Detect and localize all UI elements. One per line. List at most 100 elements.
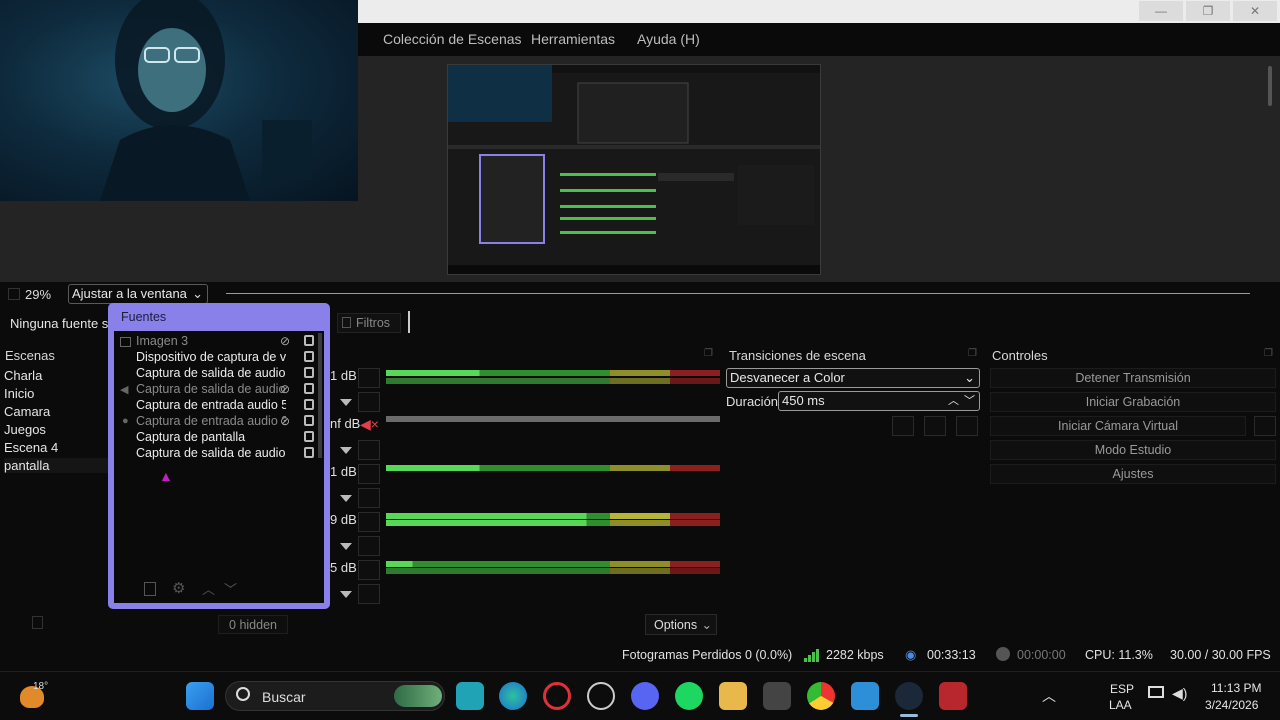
eye-hidden-icon[interactable]: ⊘	[280, 414, 290, 428]
mute-checkbox[interactable]	[358, 368, 380, 388]
sources-scrollbar[interactable]	[318, 333, 322, 458]
mute-checkbox[interactable]	[358, 512, 380, 532]
lock-icon[interactable]	[304, 431, 314, 442]
photos-icon[interactable]	[851, 682, 879, 710]
app-icon[interactable]	[939, 682, 967, 710]
file-explorer-icon[interactable]	[719, 682, 747, 710]
transition-properties-button[interactable]	[956, 416, 978, 436]
scene-item-selected[interactable]: pantalla	[4, 458, 108, 473]
mouse-cursor-icon: ▲	[159, 468, 173, 484]
lock-icon[interactable]	[304, 335, 314, 346]
source-item[interactable]: Imagen 3	[136, 334, 286, 348]
signal-strength-icon	[804, 649, 819, 662]
opera-icon[interactable]	[543, 682, 571, 710]
lock-icon[interactable]	[304, 367, 314, 378]
search-label: Buscar	[262, 689, 306, 705]
chevron-down-icon[interactable]	[340, 591, 352, 598]
chevron-up-icon[interactable]: ︿	[948, 392, 959, 410]
eye-hidden-icon[interactable]: ⊘	[280, 334, 290, 348]
chevron-down-icon[interactable]	[340, 447, 352, 454]
remove-transition-button[interactable]	[924, 416, 946, 436]
undock-icon[interactable]: ❐	[968, 348, 977, 359]
settings-button[interactable]: Ajustes	[990, 464, 1276, 484]
menu-help[interactable]: Ayuda (H)	[637, 31, 700, 47]
zoom-mode-dropdown[interactable]: Ajustar a la ventana ⌄	[68, 284, 208, 304]
scene-item[interactable]: Charla	[4, 368, 42, 383]
app-icon[interactable]	[456, 682, 484, 710]
steam-icon[interactable]	[895, 682, 923, 710]
undock-icon[interactable]: ❐	[704, 348, 713, 359]
speaker-icon: ◀	[120, 384, 129, 396]
maximize-button[interactable]: ❐	[1186, 1, 1230, 21]
scene-item[interactable]: Camara	[4, 404, 50, 419]
chevron-up-icon[interactable]: ︿	[1042, 686, 1056, 706]
mixer-settings-box[interactable]	[358, 440, 380, 460]
start-recording-button[interactable]: Iniciar Grabación	[990, 392, 1276, 412]
mute-checkbox[interactable]	[358, 560, 380, 580]
transition-select[interactable]: Desvanecer a Color ⌄	[726, 368, 980, 388]
studio-mode-button[interactable]: Modo Estudio	[990, 440, 1276, 460]
eye-hidden-icon[interactable]: ⊘	[280, 382, 290, 396]
discord-icon[interactable]	[631, 682, 659, 710]
obs-icon[interactable]	[587, 682, 615, 710]
menu-tools[interactable]: Herramientas	[531, 31, 615, 47]
virtual-camera-settings-button[interactable]	[1254, 416, 1276, 436]
trash-icon[interactable]	[32, 616, 43, 629]
trash-icon[interactable]	[144, 582, 156, 596]
minimize-button[interactable]: —	[1139, 1, 1183, 21]
scene-item[interactable]: Juegos	[4, 422, 46, 437]
undock-icon[interactable]: ❐	[1264, 348, 1273, 359]
source-item[interactable]: Captura de salida de audio	[136, 382, 286, 396]
language-bottom[interactable]: LAA	[1109, 698, 1132, 712]
zoom-checkbox[interactable]	[8, 288, 20, 300]
chevron-down-icon[interactable]: ﹀	[224, 579, 237, 598]
lock-icon[interactable]	[304, 351, 314, 362]
chevron-down-icon[interactable]: ﹀	[964, 392, 975, 410]
speaker-icon[interactable]: ◀)	[1172, 685, 1187, 702]
source-item[interactable]: Captura de entrada audio 5	[136, 398, 286, 412]
mixer-settings-box[interactable]	[358, 584, 380, 604]
clock-date[interactable]: 3/24/2026	[1205, 698, 1258, 712]
scene-item[interactable]: Inicio	[4, 386, 34, 401]
start-virtual-camera-button[interactable]: Iniciar Cámara Virtual	[990, 416, 1246, 436]
spotify-icon[interactable]	[675, 682, 703, 710]
preview-scrollbar[interactable]	[1268, 66, 1272, 106]
menu-scene-collection[interactable]: Colección de Escenas	[383, 31, 522, 47]
source-item[interactable]: Captura de entrada audio 3	[136, 414, 286, 428]
duration-spinbox[interactable]: 450 ms ︿ ﹀	[778, 391, 980, 411]
mixer-settings-box[interactable]	[358, 392, 380, 412]
clock-time[interactable]: 11:13 PM	[1211, 681, 1261, 695]
stop-streaming-button[interactable]: Detener Transmisión	[990, 368, 1276, 388]
filters-button[interactable]: Filtros	[337, 313, 401, 333]
muted-speaker-icon[interactable]: ◀×	[360, 416, 379, 433]
lock-icon[interactable]	[304, 399, 314, 410]
app-icon[interactable]	[763, 682, 791, 710]
chevron-up-icon[interactable]: ︿	[202, 579, 215, 598]
gear-icon[interactable]: ⚙	[172, 579, 185, 597]
chrome-icon[interactable]	[807, 682, 835, 710]
lock-icon[interactable]	[304, 415, 314, 426]
mute-checkbox[interactable]	[358, 464, 380, 484]
language-top[interactable]: ESP	[1110, 682, 1134, 696]
source-item[interactable]: Captura de salida de audio	[136, 446, 286, 460]
source-item[interactable]: Captura de salida de audio	[136, 366, 286, 380]
taskbar-search[interactable]: Buscar	[225, 681, 445, 711]
sources-list[interactable]: Imagen 3 ⊘ Dispositivo de captura de v C…	[114, 331, 324, 603]
lock-icon[interactable]	[304, 383, 314, 394]
scene-item[interactable]: Escena 4	[4, 440, 58, 455]
chevron-down-icon[interactable]	[340, 543, 352, 550]
edge-icon[interactable]	[499, 682, 527, 710]
windows-start-icon[interactable]	[186, 682, 214, 710]
mixer-options-button[interactable]: Options ⌄	[645, 614, 717, 635]
close-button[interactable]: ✕	[1233, 1, 1277, 21]
chevron-down-icon[interactable]	[340, 495, 352, 502]
add-transition-button[interactable]	[892, 416, 914, 436]
mixer-settings-box[interactable]	[358, 488, 380, 508]
chevron-down-icon[interactable]	[340, 399, 352, 406]
hidden-count-button[interactable]: 0 hidden	[218, 615, 288, 634]
lock-icon[interactable]	[304, 447, 314, 458]
network-icon[interactable]	[1148, 686, 1164, 698]
source-item[interactable]: Captura de pantalla	[136, 430, 286, 444]
mixer-settings-box[interactable]	[358, 536, 380, 556]
source-item[interactable]: Dispositivo de captura de v	[136, 350, 286, 364]
